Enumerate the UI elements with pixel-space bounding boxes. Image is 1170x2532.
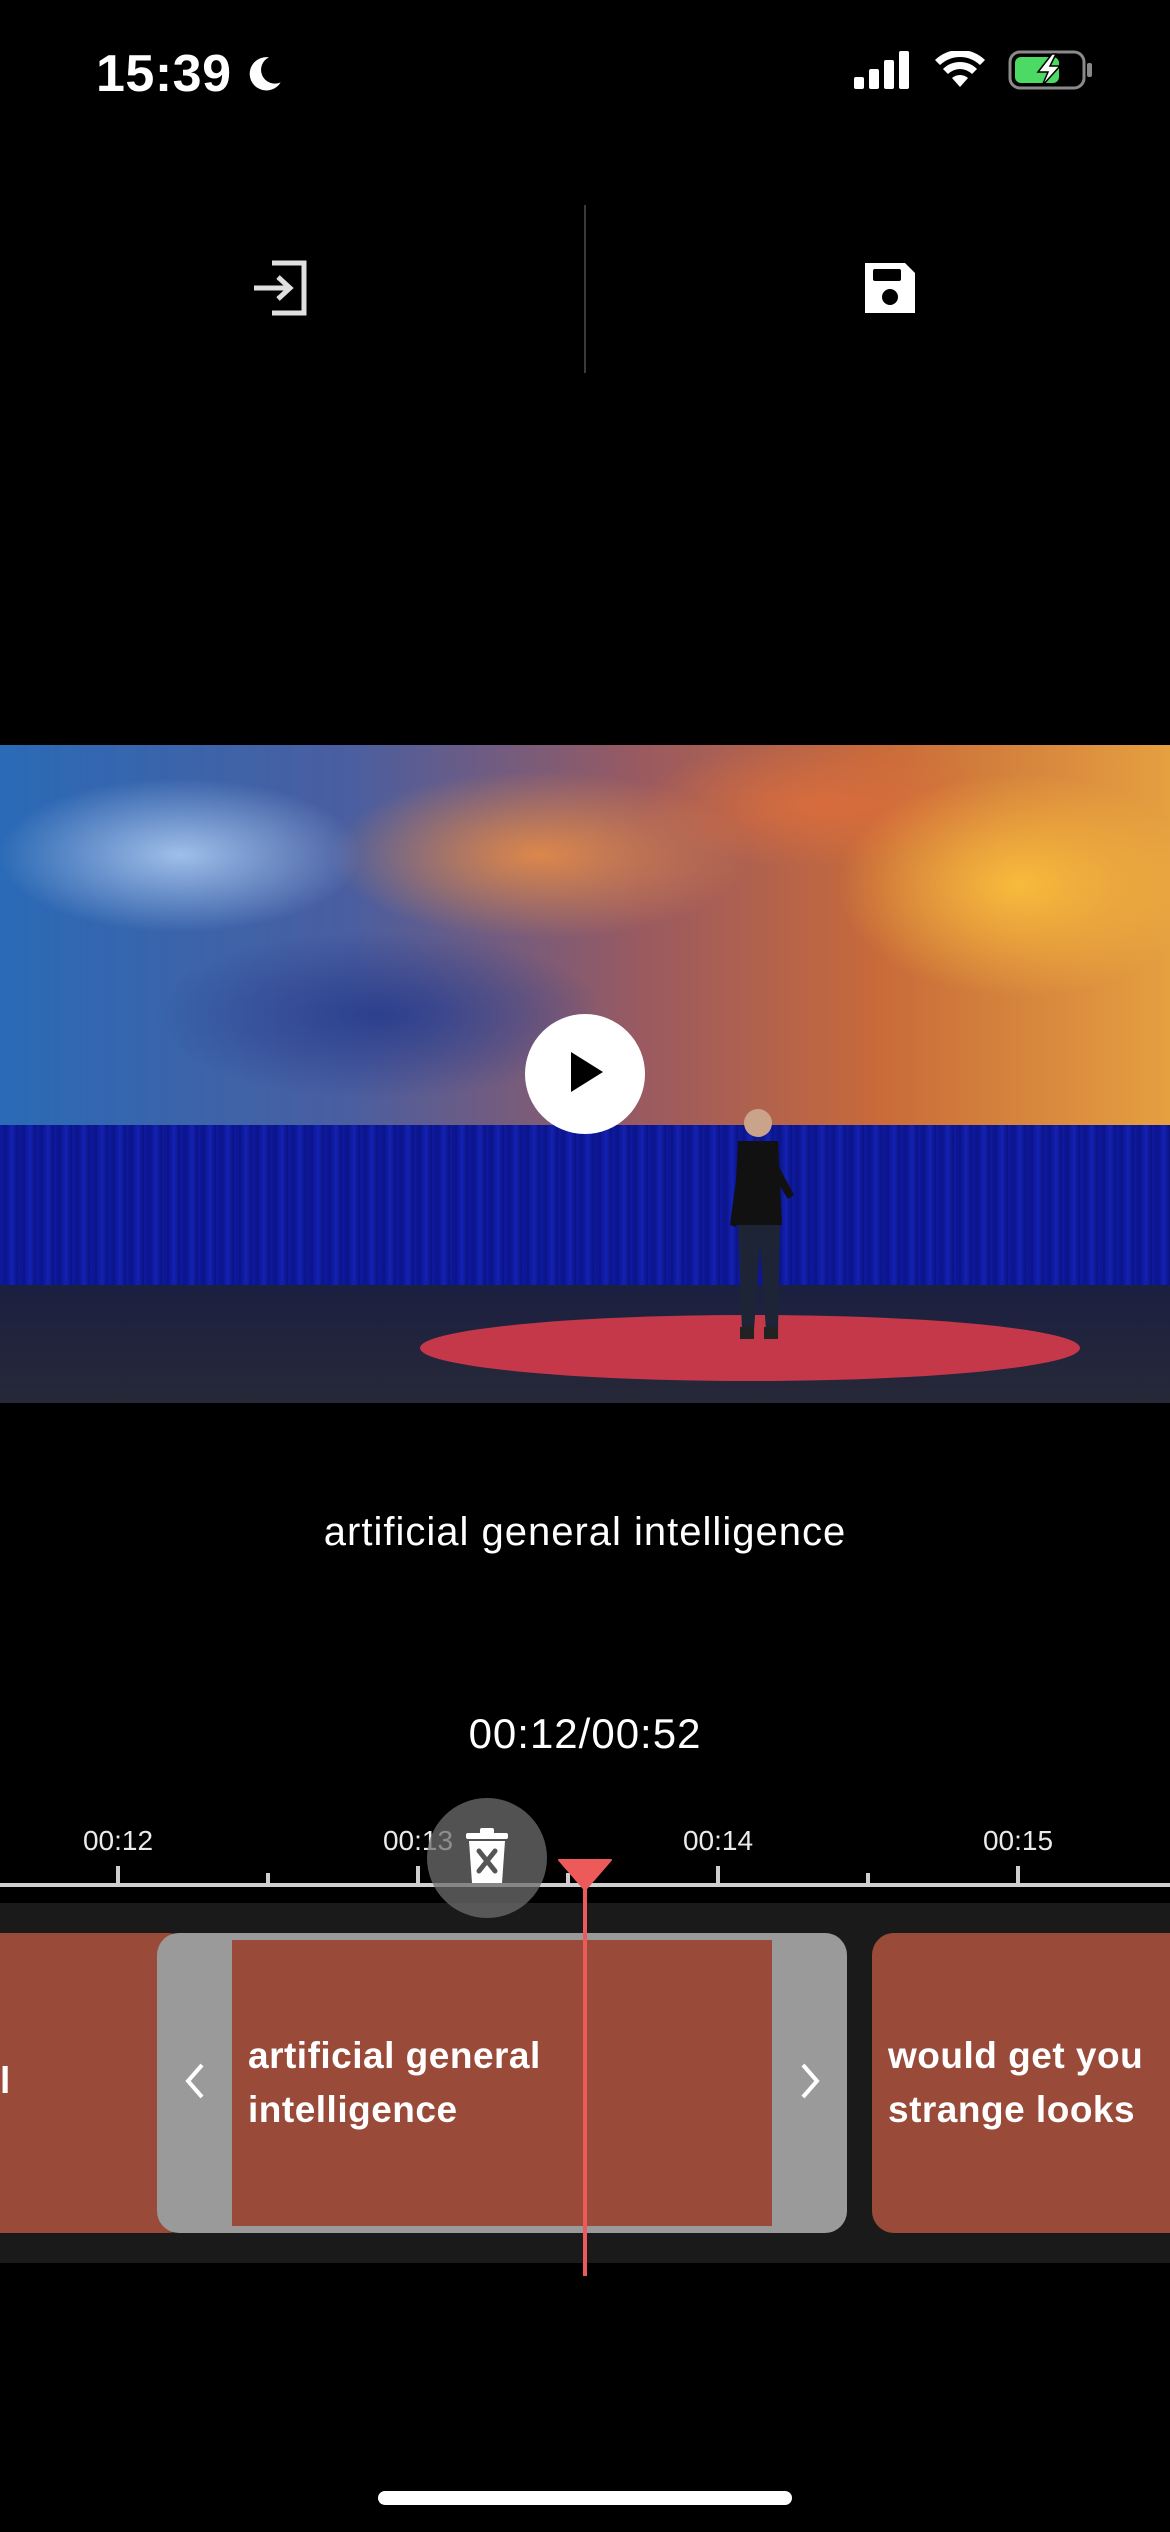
playback-timecode: 00:12/00:52: [468, 1710, 702, 1757]
trim-handle-left[interactable]: [157, 1933, 232, 2233]
caption-clip-text: would get you strange looks: [888, 2035, 1144, 2130]
battery-charging-icon: [1008, 50, 1094, 95]
cellular-signal-icon: [854, 51, 912, 94]
speaker-figure: [724, 1105, 794, 1345]
chevron-left-icon: [182, 2061, 208, 2106]
playhead-marker-icon[interactable]: [557, 1858, 613, 1897]
ruler-tick: [716, 1866, 720, 1886]
play-icon: [563, 1048, 607, 1101]
delete-caption-button[interactable]: [427, 1798, 547, 1918]
caption-preview: artificial general intelligence: [323, 1510, 847, 1554]
home-indicator[interactable]: [378, 2491, 792, 2505]
ruler-label: 00:12: [82, 1825, 154, 1856]
save-button[interactable]: [830, 230, 950, 350]
caption-clip-text: artificial general intelligence: [248, 2035, 541, 2130]
stage-curtain: [0, 1125, 1170, 1285]
status-time-text: 15:39: [96, 45, 232, 103]
chevron-right-icon: [797, 2061, 823, 2106]
trim-handle-right[interactable]: [772, 1933, 847, 2233]
ruler-tick: [1016, 1866, 1020, 1886]
status-time: 15:39: [96, 44, 284, 104]
trash-icon: [464, 1827, 510, 1890]
selected-clip-content[interactable]: artificial general intelligence: [232, 1940, 772, 2226]
status-icons: [854, 49, 1094, 95]
ruler-tick: [866, 1873, 870, 1886]
exit-button[interactable]: [220, 230, 340, 350]
ruler-tick: [416, 1866, 420, 1886]
moon-icon: [244, 54, 284, 94]
wifi-icon: [934, 49, 986, 94]
caption-clip-text: l: [0, 2060, 11, 2101]
play-button[interactable]: [525, 1014, 645, 1134]
toolbar-divider: [584, 205, 586, 373]
playhead[interactable]: [583, 1860, 587, 2276]
caption-clip[interactable]: would get you strange looks: [872, 1933, 1170, 2233]
ruler-label: 00:14: [682, 1825, 754, 1856]
ruler-label: 00:15: [982, 1825, 1054, 1856]
save-icon: [861, 259, 919, 322]
ruler-tick: [116, 1866, 120, 1886]
ruler-tick: [266, 1873, 270, 1886]
exit-icon: [250, 259, 310, 322]
